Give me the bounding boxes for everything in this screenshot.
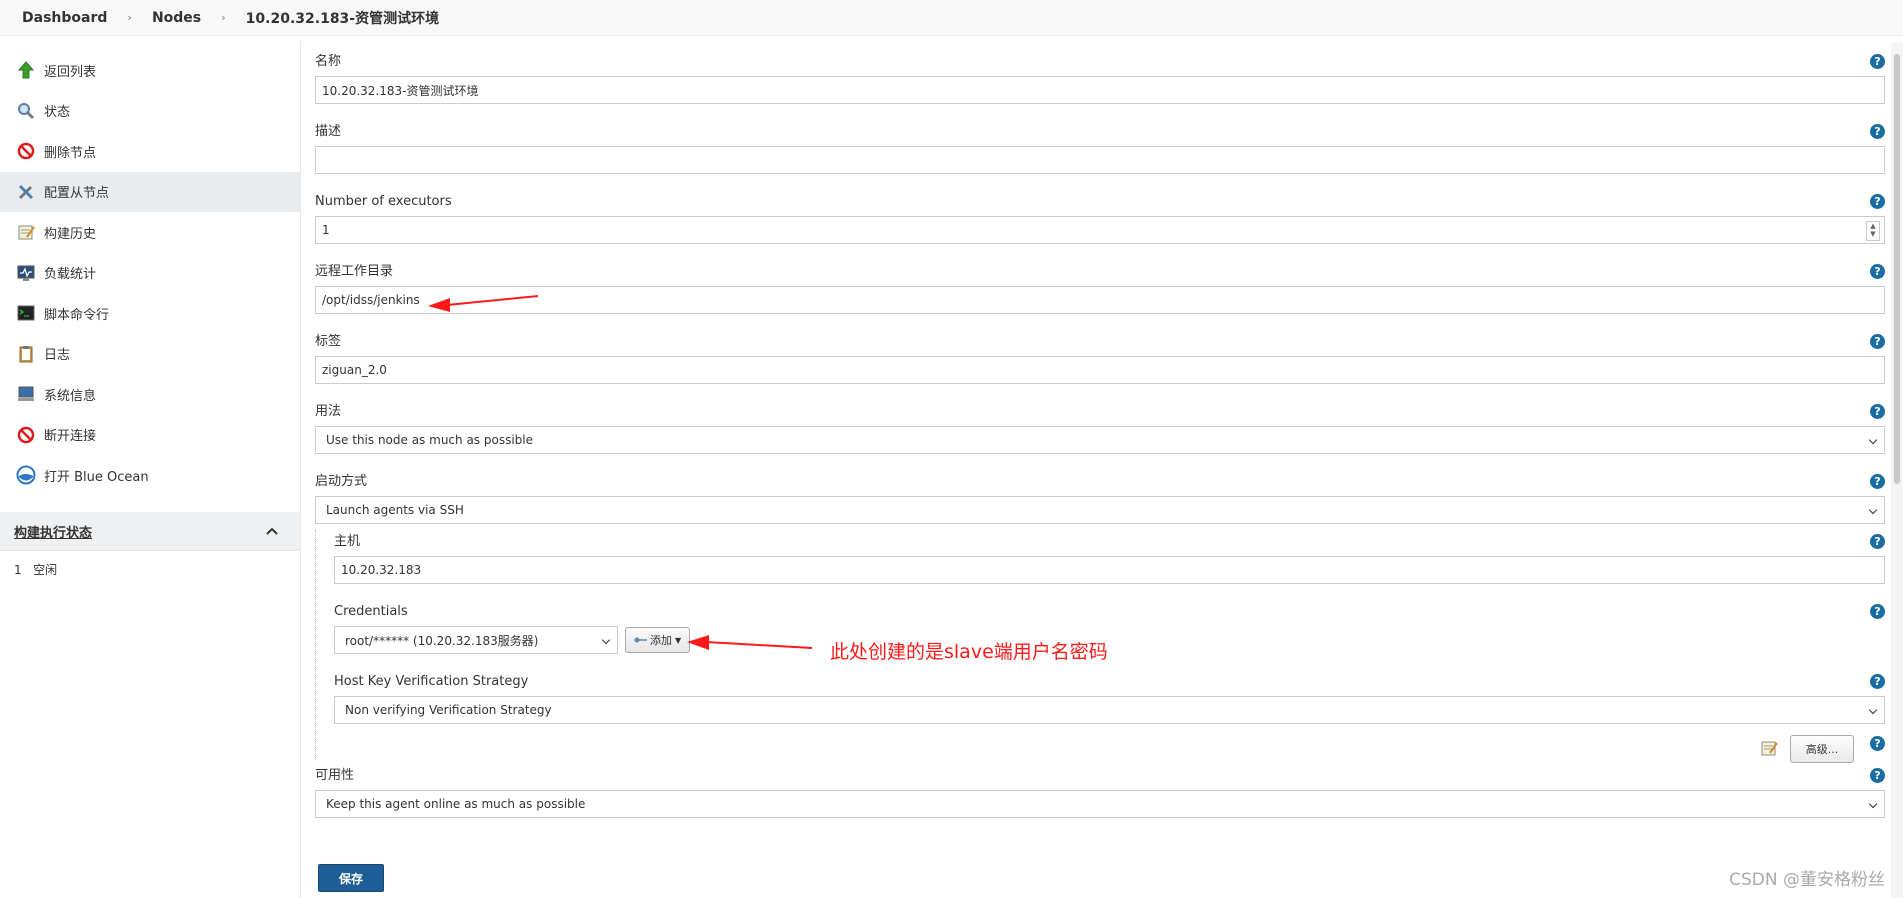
watermark: CSDN @董安格粉丝: [1729, 870, 1885, 890]
scrollbar[interactable]: [1891, 42, 1903, 898]
annotation-text: 此处创建的是slave端用户名密码: [830, 641, 1108, 663]
annotation-arrows: [428, 295, 813, 650]
scrollbar-thumb[interactable]: [1894, 54, 1900, 484]
